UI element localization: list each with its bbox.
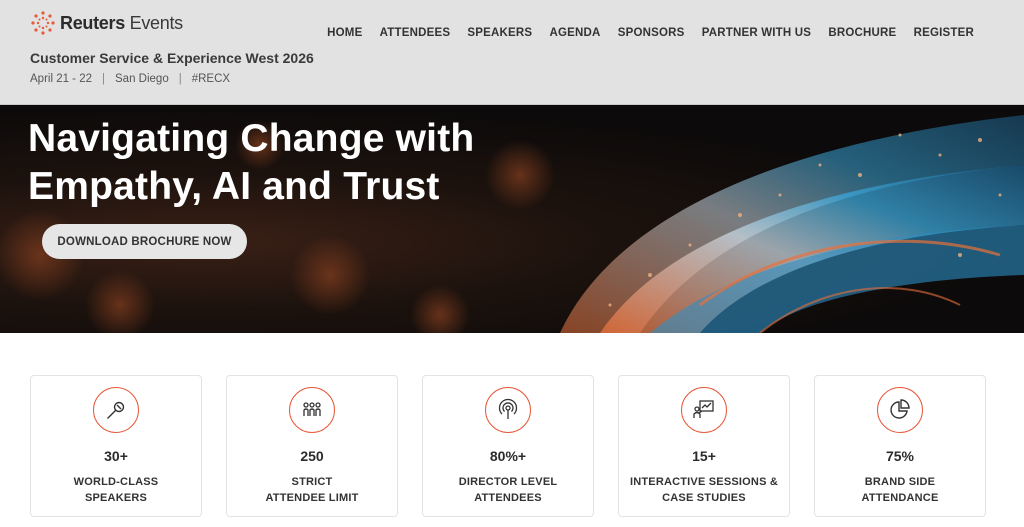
event-dates: April 21 - 22: [30, 73, 93, 85]
nav-partner-with-us[interactable]: PARTNER WITH US: [693, 27, 820, 39]
nav-attendees[interactable]: ATTENDEES: [371, 27, 459, 39]
stat-value: 80%+: [489, 448, 527, 464]
microphone-icon: [93, 387, 139, 433]
site-header: Reuters Events Customer Service & Experi…: [0, 0, 1024, 105]
nav-register[interactable]: REGISTER: [905, 27, 974, 39]
stat-card-director-level: 80%+ DIRECTOR LEVEL ATTENDEES: [422, 375, 594, 517]
hero-title: Navigating Change with Empathy, AI and T…: [28, 115, 474, 211]
main-nav: HOME ATTENDEES SPEAKERS AGENDA SPONSORS …: [319, 27, 974, 39]
stat-value: 75%: [885, 448, 915, 464]
stat-card-speakers: 30+ WORLD-CLASS SPEAKERS: [30, 375, 202, 517]
stats-row: 30+ WORLD-CLASS SPEAKERS 250 STRICT ATTEND…: [30, 375, 986, 517]
pie-chart-icon: [877, 387, 923, 433]
stat-label: DIRECTOR LEVEL ATTENDEES: [458, 476, 558, 504]
event-location: San Diego: [115, 73, 169, 85]
stat-label: WORLD-CLASS SPEAKERS: [73, 476, 159, 504]
meta-separator: |: [178, 73, 182, 85]
stat-card-attendee-limit: 250 STRICT ATTENDEE LIMIT: [226, 375, 398, 517]
reuters-logo-icon: [31, 11, 55, 35]
event-meta: April 21 - 22 | San Diego | #RECX: [30, 73, 230, 85]
stat-value: 30+: [104, 448, 128, 464]
people-icon: [289, 387, 335, 433]
hero-banner: Navigating Change with Empathy, AI and T…: [0, 105, 1024, 333]
nav-home[interactable]: HOME: [319, 27, 372, 39]
meta-separator: |: [102, 73, 106, 85]
stat-label: INTERACTIVE SESSIONS & CASE STUDIES: [629, 476, 779, 504]
hero-title-line2: Empathy, AI and Trust: [28, 165, 440, 208]
presentation-icon: [681, 387, 727, 433]
download-brochure-button[interactable]: DOWNLOAD BROCHURE NOW: [42, 224, 247, 259]
event-title: Customer Service & Experience West 2026: [30, 50, 314, 66]
nav-sponsors[interactable]: SPONSORS: [609, 27, 693, 39]
nav-brochure[interactable]: BROCHURE: [820, 27, 905, 39]
reuters-events-logo[interactable]: Reuters Events: [30, 10, 183, 36]
stat-label: STRICT ATTENDEE LIMIT: [265, 476, 359, 504]
stat-label: BRAND SIDE ATTENDANCE: [861, 476, 939, 504]
nav-speakers[interactable]: SPEAKERS: [459, 27, 541, 39]
stat-card-interactive-sessions: 15+ INTERACTIVE SESSIONS & CASE STUDIES: [618, 375, 790, 517]
broadcast-icon: [485, 387, 531, 433]
stat-value: 250: [300, 448, 324, 464]
event-hashtag: #RECX: [191, 73, 231, 85]
hero-title-line1: Navigating Change with: [28, 117, 475, 160]
stat-card-brand-side: 75% BRAND SIDE ATTENDANCE: [814, 375, 986, 517]
logo-text: Reuters Events: [60, 12, 183, 33]
stat-value: 15+: [692, 448, 716, 464]
nav-agenda[interactable]: AGENDA: [541, 27, 609, 39]
